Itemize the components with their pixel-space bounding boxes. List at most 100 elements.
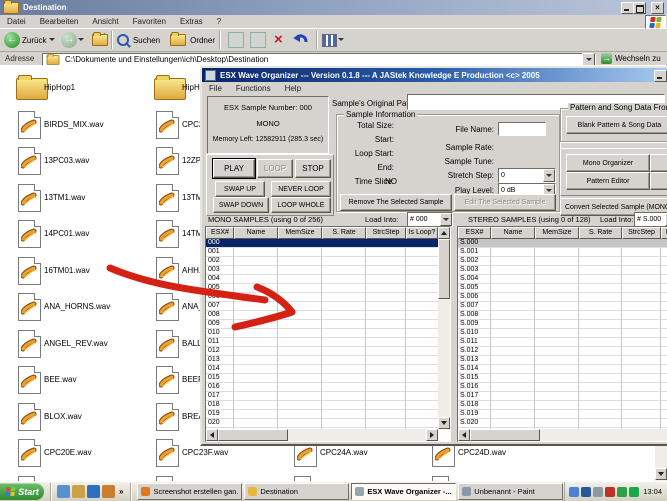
file-tile[interactable]: BLOX.wav [16,402,146,433]
dropdown-icon[interactable] [440,213,452,226]
play-button[interactable]: PLAY [212,158,256,179]
folder-tile[interactable]: HipHop1 [16,74,146,104]
esx-menu-functions[interactable]: Functions [229,84,278,93]
mono-load-into-select[interactable]: # 000 [407,212,453,227]
remove-sample-button[interactable]: Remove The Selected Sample [340,194,452,211]
quick-launch-icon-2[interactable] [72,485,85,498]
column-header[interactable]: MemSize [535,227,579,239]
column-header[interactable]: S. Rate [579,227,622,239]
esx-minimize-button[interactable] [654,70,667,82]
swap-down-button[interactable]: SWAP DOWN [213,197,269,213]
stretch-step-select[interactable]: 0 [498,168,556,183]
file-tile[interactable]: ANA_HORNS.wav [16,293,146,323]
address-value[interactable]: C:\Dokumente und Einstellungen\ich\Deskt… [65,55,582,64]
move-to-icon[interactable] [228,32,244,48]
back-dropdown-icon[interactable] [49,38,56,44]
blank-pattern-button[interactable]: Blank Pattern & Song Data [566,116,667,134]
maximize-button[interactable] [633,2,646,14]
scroll-left-button[interactable] [206,429,218,441]
sample-row[interactable]: 010 [206,329,438,338]
sample-row[interactable]: 016 [206,383,438,392]
sample-row[interactable]: 012 [206,347,438,356]
file-tile[interactable]: BEE.wav [16,366,146,396]
file-tile[interactable]: 16TM01.wav [16,256,146,287]
column-header[interactable]: StrcStep [622,227,661,239]
search-button[interactable]: Suchen [116,34,160,46]
tray-icon-3[interactable] [593,486,604,497]
dropdown-icon[interactable] [543,169,555,182]
tray-icon-4[interactable] [605,486,616,497]
column-header[interactable]: S. Rate [322,227,366,239]
up-button[interactable]: ↑ [92,30,109,46]
never-loop-button[interactable]: NEVER LOOP [271,181,331,197]
pattern-editor-button[interactable]: Pattern Editor [566,172,650,190]
edit-sample-button[interactable]: Edit The Selected Sample [454,194,556,211]
sample-row[interactable]: 006 [206,293,438,302]
mono-table-vscrollbar[interactable] [438,227,450,429]
sample-row[interactable]: 008 [206,311,438,320]
file-tile[interactable]: ANGEL_REV.wav [16,329,146,360]
scroll-up-button[interactable] [438,227,450,239]
menu-datei[interactable]: Datei [0,17,33,26]
file-name-input[interactable] [498,122,546,136]
file-tile[interactable]: 13TM1.wav [16,183,146,214]
sample-row[interactable]: 011 [206,338,438,347]
taskbar-task-firefox[interactable]: Screenshot erstellen gan... [137,483,243,500]
song-editor-button[interactable]: Song Editor [650,172,667,190]
menu-help[interactable]: ? [210,17,228,26]
sample-row[interactable]: 003 [206,266,438,275]
column-header[interactable]: Name [234,227,278,239]
loop-button[interactable]: LOOP [257,159,293,178]
stop-button[interactable]: STOP [295,159,331,178]
file-tile[interactable]: 13PC03.wav [16,147,146,177]
folders-button[interactable]: Ordner [170,32,215,46]
sample-row[interactable]: 019 [206,410,438,419]
file-tile[interactable]: 14PC01.wav [16,220,146,250]
close-button[interactable]: × [651,2,664,14]
column-header[interactable]: ESX# [206,227,234,239]
tray-icon-1[interactable] [569,486,580,497]
clock[interactable]: 13:04 [643,487,662,496]
stereo-load-into-select[interactable]: # S.000 [634,212,667,227]
sample-row[interactable]: 014 [206,365,438,374]
esx-menu-file[interactable]: File [202,84,229,93]
scroll-down-button[interactable] [655,468,667,480]
mono-table-hscrollbar[interactable] [206,429,438,441]
back-button[interactable]: ← Zurück [4,32,57,48]
copy-to-icon[interactable] [250,32,266,48]
menu-bearbeiten[interactable]: Bearbeiten [33,17,86,26]
menu-ansicht[interactable]: Ansicht [85,17,125,26]
taskbar-task-esx-app[interactable]: ESX Wave Organizer -... [351,483,457,500]
sample-row[interactable]: 013 [206,356,438,365]
taskbar-task-paint[interactable]: Unbenannt - Paint [458,483,564,500]
sample-row[interactable]: 009 [206,320,438,329]
column-header[interactable]: Name [491,227,535,239]
sample-row[interactable]: 015 [206,374,438,383]
column-header[interactable]: StrcStep [366,227,406,239]
column-header[interactable]: PlayLevel [661,227,667,239]
sample-row[interactable]: 018 [206,401,438,410]
forward-dropdown-icon[interactable] [78,38,85,44]
undo-icon[interactable] [292,33,308,47]
sample-row[interactable]: 001 [206,248,438,257]
tray-icon-2[interactable] [581,486,592,497]
views-dropdown-icon[interactable] [337,38,344,44]
forward-button[interactable]: → [61,32,86,48]
scroll-down-button[interactable] [438,417,450,429]
sample-row[interactable]: 007 [206,302,438,311]
swap-up-button[interactable]: SWAP UP [215,181,265,197]
menu-favoriten[interactable]: Favoriten [126,17,173,26]
sample-row[interactable]: 002 [206,257,438,266]
stereo-organizer-button[interactable]: Stereo Organiz [650,154,667,172]
sample-row[interactable]: 017 [206,392,438,401]
scroll-left-button[interactable] [458,429,470,441]
column-header[interactable]: ESX# [458,227,491,239]
mono-organizer-button[interactable]: Mono Organizer [566,154,650,172]
quick-launch-icon-1[interactable] [57,485,70,498]
go-button[interactable]: → Wechseln zu [601,53,661,64]
start-button[interactable]: Start [0,483,44,500]
tray-icon-5[interactable] [617,486,628,497]
file-tile[interactable]: BIRDS_MIX.wav [16,110,146,141]
sample-row[interactable]: 005 [206,284,438,293]
scroll-right-button[interactable] [426,429,438,441]
